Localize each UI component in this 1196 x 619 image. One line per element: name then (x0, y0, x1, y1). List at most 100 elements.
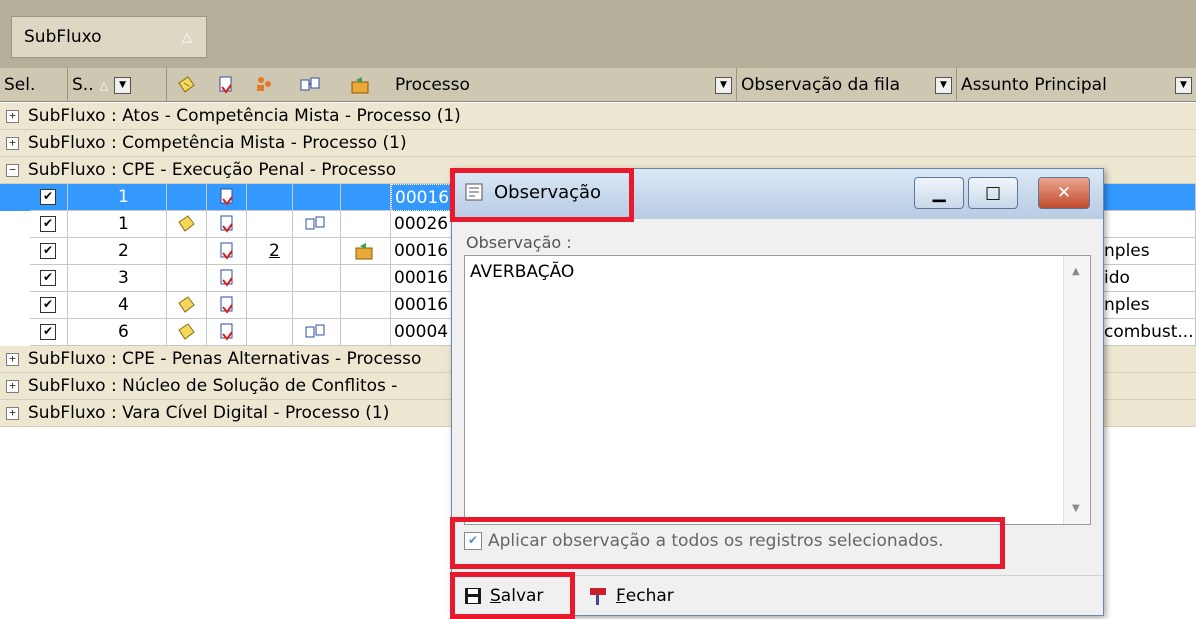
row-checkbox[interactable]: ✔ (40, 243, 56, 259)
vertical-scrollbar[interactable]: ▲ ▼ (1063, 256, 1090, 524)
collapse-icon[interactable]: − (6, 163, 19, 177)
expand-icon[interactable]: + (6, 136, 19, 150)
sticky-note-icon[interactable] (176, 214, 196, 234)
document-icon[interactable] (216, 75, 236, 95)
group-by-chip-subfluxo[interactable]: SubFluxo △ (11, 16, 207, 58)
row-select-cell[interactable]: ✔ (30, 292, 68, 319)
processo-filter-dropdown-icon[interactable]: ▼ (715, 76, 732, 94)
apply-to-all-option[interactable]: ✔ Aplicar observação a todos os registro… (464, 531, 944, 551)
column-header-assunto[interactable]: Assunto Principal ▼ (957, 68, 1196, 102)
document-icon[interactable] (217, 295, 237, 315)
column-header-sel[interactable]: Sel. (0, 68, 68, 102)
link-cell (293, 211, 341, 238)
assunto-filter-dropdown-icon[interactable]: ▼ (1175, 76, 1192, 94)
document-icon[interactable] (217, 187, 237, 207)
doc-cell (207, 265, 247, 292)
row-checkbox[interactable]: ✔ (40, 324, 56, 340)
move-cell (341, 292, 391, 319)
seq-cell: 6 (68, 319, 167, 346)
seq-cell: 2 (68, 238, 167, 265)
doc-cell (207, 238, 247, 265)
apply-to-all-checkbox[interactable]: ✔ (464, 532, 482, 550)
scroll-up-icon[interactable]: ▲ (1072, 266, 1080, 277)
doc-cell (207, 292, 247, 319)
doc-cell (207, 184, 247, 211)
seq-cell: 3 (68, 265, 167, 292)
expand-icon[interactable]: + (6, 109, 19, 123)
minimize-icon: ▁ (932, 183, 946, 203)
link-cell (293, 265, 341, 292)
link-cell (293, 184, 341, 211)
close-dialog-button[interactable]: Fechar (582, 581, 680, 611)
people-icon[interactable] (254, 75, 274, 95)
count-cell (247, 265, 293, 292)
save-button[interactable]: Salvar (458, 581, 549, 611)
doc-cell (207, 211, 247, 238)
maximize-button[interactable]: □ (968, 177, 1018, 209)
dialog-titlebar[interactable]: Observação ▁ □ ✕ (452, 169, 1103, 219)
linked-documents-icon[interactable] (305, 214, 325, 234)
seq-cell: 4 (68, 292, 167, 319)
move-cell (341, 211, 391, 238)
row-select-cell[interactable]: ✔ (30, 184, 68, 211)
assunto-cell (1104, 211, 1196, 238)
group-row[interactable]: + SubFluxo : Atos - Competência Mista - … (0, 103, 1196, 130)
count-cell (247, 319, 293, 346)
expand-icon[interactable]: + (6, 379, 19, 393)
save-accelerator: S (490, 586, 501, 606)
observacao-filter-dropdown-icon[interactable]: ▼ (935, 76, 952, 94)
move-cell (341, 265, 391, 292)
row-checkbox[interactable]: ✔ (40, 216, 56, 232)
move-cell (341, 238, 391, 265)
maximize-icon: □ (984, 183, 1002, 203)
close-button[interactable]: ✕ (1038, 177, 1090, 209)
row-select-cell[interactable]: ✔ (30, 265, 68, 292)
expand-icon[interactable]: + (6, 406, 19, 420)
floppy-disk-icon (465, 588, 481, 604)
sticky-note-icon[interactable] (176, 322, 196, 342)
column-header-processo[interactable]: Processo ▼ (391, 68, 737, 102)
observacao-text-value: AVERBAÇÃO (470, 262, 575, 282)
row-select-cell[interactable]: ✔ (30, 319, 68, 346)
seq-cell: 1 (68, 211, 167, 238)
scroll-down-icon[interactable]: ▼ (1072, 503, 1080, 514)
document-icon[interactable] (217, 241, 237, 261)
dialog-title: Observação (494, 182, 602, 203)
move-cell (341, 319, 391, 346)
seq-cell: 1 (68, 184, 167, 211)
seq-filter-dropdown-icon[interactable]: ▼ (114, 76, 132, 94)
row-select-cell[interactable]: ✔ (30, 211, 68, 238)
count-cell (247, 292, 293, 319)
sticky-note-icon[interactable] (176, 295, 196, 315)
count-cell (247, 211, 293, 238)
group-row-label: SubFluxo : Competência Mista - Processo … (28, 133, 407, 153)
sort-ascending-icon: △ (99, 78, 109, 92)
linked-documents-icon[interactable] (300, 75, 320, 95)
sticky-note-icon[interactable] (176, 75, 196, 95)
minimize-button[interactable]: ▁ (914, 177, 964, 209)
expand-icon[interactable]: + (6, 352, 19, 366)
close-label: echar (625, 586, 674, 606)
observacao-textarea[interactable]: AVERBAÇÃO ▲ ▼ (464, 255, 1091, 525)
group-chip-label: SubFluxo (24, 27, 102, 47)
linked-documents-icon[interactable] (305, 322, 325, 342)
row-checkbox[interactable]: ✔ (40, 297, 56, 313)
row-checkbox[interactable]: ✔ (40, 189, 56, 205)
group-row[interactable]: + SubFluxo : Competência Mista - Process… (0, 130, 1196, 157)
row-checkbox[interactable]: ✔ (40, 270, 56, 286)
observacao-dialog: Observação ▁ □ ✕ Observação : AVERBAÇÃO … (451, 168, 1104, 616)
link-cell (293, 238, 341, 265)
note-cell (167, 238, 207, 265)
move-cell (341, 184, 391, 211)
count-cell[interactable]: 2 (247, 238, 293, 265)
doc-cell (207, 319, 247, 346)
folder-move-icon[interactable] (354, 241, 374, 261)
folder-move-icon[interactable] (350, 75, 370, 95)
column-header-seq[interactable]: S.. △ ▼ (68, 68, 167, 102)
row-select-cell[interactable]: ✔ (30, 238, 68, 265)
document-icon[interactable] (217, 214, 237, 234)
assunto-cell: nples (1104, 292, 1196, 319)
document-icon[interactable] (217, 268, 237, 288)
document-icon[interactable] (217, 322, 237, 342)
column-header-observacao[interactable]: Observação da fila ▼ (737, 68, 957, 102)
